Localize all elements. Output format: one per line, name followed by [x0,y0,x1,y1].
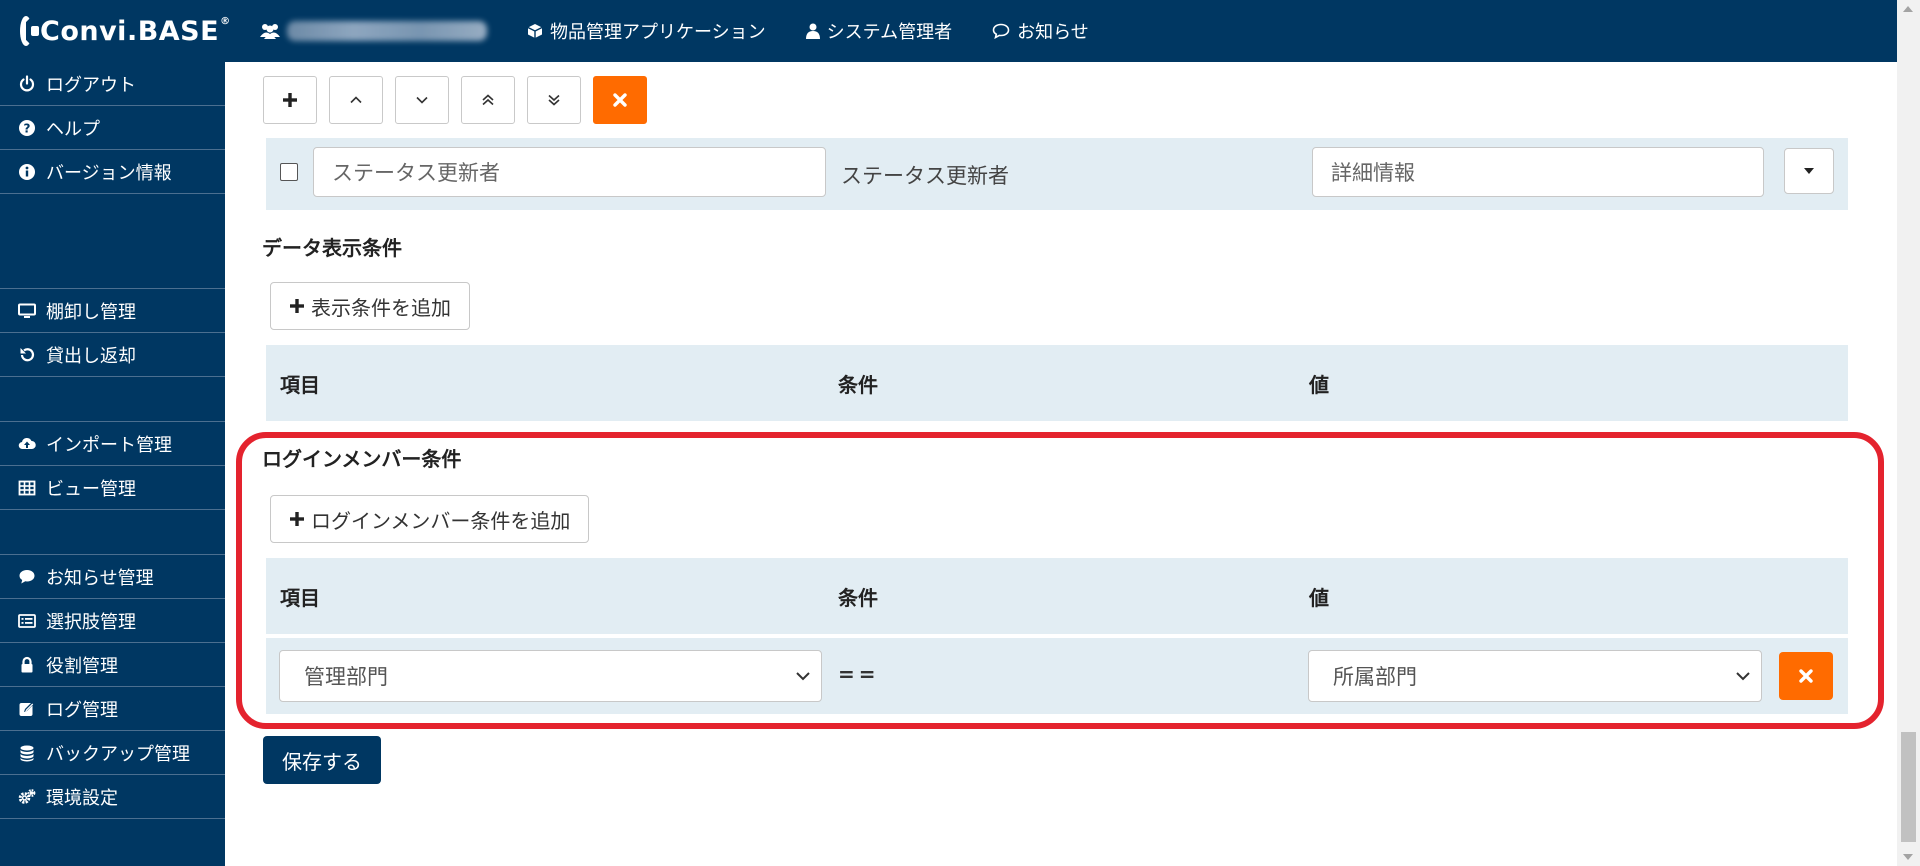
field-row: ステータス更新者 ステータス更新者 詳細情報 [266,138,1848,210]
double-chevron-down-icon [548,94,560,106]
move-up-button[interactable] [329,76,383,124]
caret-down-icon [1804,168,1814,174]
sidebar-item-options[interactable]: 選択肢管理 [0,599,225,643]
display-conditions-header: 項目 条件 値 [266,345,1848,421]
sidebar-item-logs[interactable]: ログ管理 [0,687,225,731]
sidebar-item-view[interactable]: ビュー管理 [0,466,225,510]
scroll-up-arrow-icon[interactable] [1903,6,1913,12]
sidebar-item-logout[interactable]: ログアウト [0,62,225,106]
login-condition-row: 管理部門 == 所属部門 [266,638,1848,714]
column-header-value: 値 [1309,373,1329,397]
move-top-button[interactable] [461,76,515,124]
sidebar-item-backup[interactable]: バックアップ管理 [0,731,225,775]
field-row-checkbox[interactable] [280,163,298,181]
close-icon [1799,669,1813,683]
app-name-menu[interactable]: 物品管理アプリケーション [527,18,766,44]
plus-icon [290,299,304,313]
comment-icon [19,569,35,583]
logo-text: Convi.BASE® [40,15,231,47]
notice-label: お知らせ [1017,22,1089,43]
app-name-label: 物品管理アプリケーション [550,22,766,43]
sidebar-item-import[interactable]: インポート管理 [0,422,225,466]
sidebar-item-help[interactable]: ? ヘルプ [0,106,225,150]
plus-icon [283,93,297,107]
edit-icon [19,701,34,716]
company-name-redacted [287,21,487,41]
company-menu[interactable] [260,21,487,41]
column-header-condition: 条件 [838,586,878,610]
condition-operator: == [838,662,880,686]
login-conditions-header: 項目 条件 値 [266,558,1848,634]
monitor-icon [18,303,36,318]
cogs-icon [18,788,36,804]
undo-icon [20,347,35,361]
scroll-down-arrow-icon[interactable] [1903,854,1913,860]
field-name-input[interactable]: ステータス更新者 [313,147,826,197]
list-icon [18,613,36,628]
chevron-down-icon [796,672,810,681]
sidebar-spacer [0,377,225,422]
column-header-item: 項目 [280,373,320,397]
sidebar: ログアウト ? ヘルプ バージョン情報 棚卸し管理 貸出し返却 インポート管理 … [0,62,225,866]
add-field-button[interactable] [263,76,317,124]
column-header-condition: 条件 [838,373,878,397]
lock-icon [21,656,33,672]
scrollbar-thumb[interactable] [1901,732,1916,842]
sidebar-spacer [0,510,225,555]
info-icon [19,163,35,180]
chevron-down-icon [1736,672,1750,681]
sidebar-item-settings[interactable]: 環境設定 [0,775,225,819]
logo-mark-icon [20,16,39,46]
add-login-condition-button[interactable]: ログインメンバー条件を追加 [270,495,590,543]
delete-field-button[interactable] [593,76,647,124]
condition-value-select[interactable]: 所属部門 [1308,650,1762,702]
save-button[interactable]: 保存する [263,736,381,784]
users-icon [260,24,280,39]
user-icon [805,23,820,39]
column-header-item: 項目 [280,586,320,610]
database-icon [20,745,34,761]
column-header-value: 値 [1309,586,1329,610]
display-conditions-title: データ表示条件 [262,236,402,260]
main-content: ステータス更新者 ステータス更新者 詳細情報 データ表示条件 表示条件を追加 項… [225,62,1897,866]
field-detail-input[interactable]: 詳細情報 [1312,147,1764,197]
svg-text:?: ? [24,121,31,135]
scrollbar[interactable] [1897,0,1920,866]
user-label: システム管理者 [826,22,953,43]
move-down-button[interactable] [395,76,449,124]
comment-outline-icon [992,23,1010,39]
sidebar-item-roles[interactable]: 役割管理 [0,643,225,687]
move-bottom-button[interactable] [527,76,581,124]
user-menu[interactable]: システム管理者 [805,18,953,44]
field-options-dropdown-button[interactable] [1784,148,1834,194]
table-icon [18,480,36,495]
field-toolbar [263,76,659,124]
notice-menu[interactable]: お知らせ [992,18,1089,44]
double-chevron-up-icon [482,94,494,106]
condition-item-select[interactable]: 管理部門 [279,650,822,702]
chevron-up-icon [350,96,362,104]
power-icon [19,74,35,91]
sidebar-spacer [0,194,225,289]
close-icon [613,93,627,107]
sidebar-item-notice-admin[interactable]: お知らせ管理 [0,555,225,599]
cloud-upload-icon [18,437,36,449]
cube-icon [527,24,543,38]
delete-condition-button[interactable] [1779,652,1833,700]
question-icon: ? [19,119,35,136]
sidebar-item-lending[interactable]: 貸出し返却 [0,333,225,377]
chevron-down-icon [416,96,428,104]
sidebar-item-version[interactable]: バージョン情報 [0,150,225,194]
plus-icon [290,512,304,526]
top-nav: 物品管理アプリケーション システム管理者 お知らせ [260,18,1129,44]
add-display-condition-button[interactable]: 表示条件を追加 [270,282,470,330]
logo[interactable]: Convi.BASE® [0,0,230,62]
login-conditions-title: ログインメンバー条件 [262,447,462,471]
field-display-label: ステータス更新者 [841,164,1009,188]
top-bar: Convi.BASE® 物品管理アプリケーション システム管理者 お知らせ [0,0,1897,62]
sidebar-item-inventory[interactable]: 棚卸し管理 [0,289,225,333]
